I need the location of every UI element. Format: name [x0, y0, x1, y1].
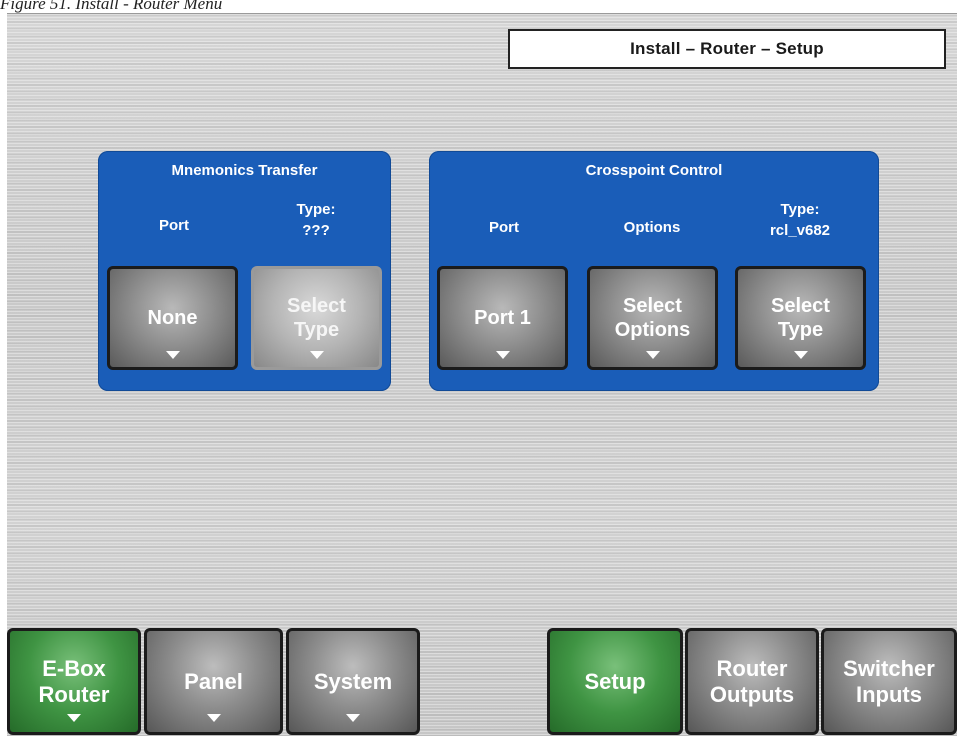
nav-panel-label: Panel: [184, 668, 243, 694]
nav-setup-button[interactable]: Setup: [547, 628, 683, 735]
nav-ebox-router-button[interactable]: E-Box Router: [7, 628, 141, 735]
nav-switcher-inputs-button[interactable]: Switcher Inputs: [821, 628, 957, 735]
nav-ebox-router-line2: Router: [38, 681, 110, 707]
nav-router-outputs-button[interactable]: Router Outputs: [685, 628, 819, 735]
crosspoint-control-title: Crosspoint Control: [585, 162, 723, 179]
dropdown-arrow-icon: [645, 351, 660, 359]
mnemonics-transfer-title: Mnemonics Transfer: [171, 162, 318, 179]
mnemonics-type-label: Type:: [296, 201, 336, 218]
mnemonics-port-label: Port: [159, 217, 189, 234]
crosspoint-port-button-label: Port 1: [474, 307, 531, 329]
mnemonics-port-button[interactable]: None: [107, 266, 238, 370]
crosspoint-select-type-button[interactable]: Select Type: [735, 266, 866, 370]
crosspoint-select-options-line2: Options: [614, 319, 691, 341]
nav-router-outputs-line1: Router: [716, 655, 788, 681]
crosspoint-port-label: Port: [489, 219, 519, 236]
nav-system-button[interactable]: System: [286, 628, 420, 735]
mnemonics-transfer-group: Mnemonics Transfer Port Type: ??? None S…: [98, 151, 391, 391]
mnemonics-type-value: ???: [302, 222, 330, 239]
crosspoint-options-label: Options: [623, 219, 681, 236]
nav-setup-label: Setup: [584, 668, 646, 694]
figure-caption: Figure 51. Install - Router Menu: [0, 0, 223, 13]
crosspoint-control-group: Crosspoint Control Port Options Type: rc…: [429, 151, 879, 391]
nav-switcher-inputs-line2: Inputs: [856, 681, 922, 707]
nav-switcher-inputs-line1: Switcher: [843, 655, 935, 681]
nav-ebox-router-line1: E-Box: [42, 655, 106, 681]
crosspoint-type-value: rcl_v682: [769, 222, 831, 239]
mnemonics-select-type-line1: Select: [287, 295, 346, 317]
mnemonics-select-type-button[interactable]: Select Type: [251, 266, 382, 370]
page-title: Install – Router – Setup: [508, 29, 946, 69]
mnemonics-select-type-line2: Type: [293, 319, 340, 341]
crosspoint-select-options-button[interactable]: Select Options: [587, 266, 718, 370]
dropdown-arrow-icon: [67, 714, 81, 722]
crosspoint-select-type-line2: Type: [777, 319, 824, 341]
crosspoint-port-button[interactable]: Port 1: [437, 266, 568, 370]
dropdown-arrow-icon: [309, 351, 324, 359]
mnemonics-port-button-label: None: [147, 307, 198, 329]
crosspoint-type-label: Type:: [780, 201, 820, 218]
dropdown-arrow-icon: [495, 351, 510, 359]
dropdown-arrow-icon: [206, 714, 221, 722]
crosspoint-select-options-line1: Select: [623, 295, 682, 317]
nav-panel-button[interactable]: Panel: [144, 628, 283, 735]
dropdown-arrow-icon: [793, 351, 808, 359]
dropdown-arrow-icon: [165, 351, 180, 359]
nav-system-label: System: [313, 668, 393, 694]
crosspoint-select-type-line1: Select: [771, 295, 830, 317]
dropdown-arrow-icon: [346, 714, 360, 722]
nav-router-outputs-line2: Outputs: [709, 681, 795, 707]
